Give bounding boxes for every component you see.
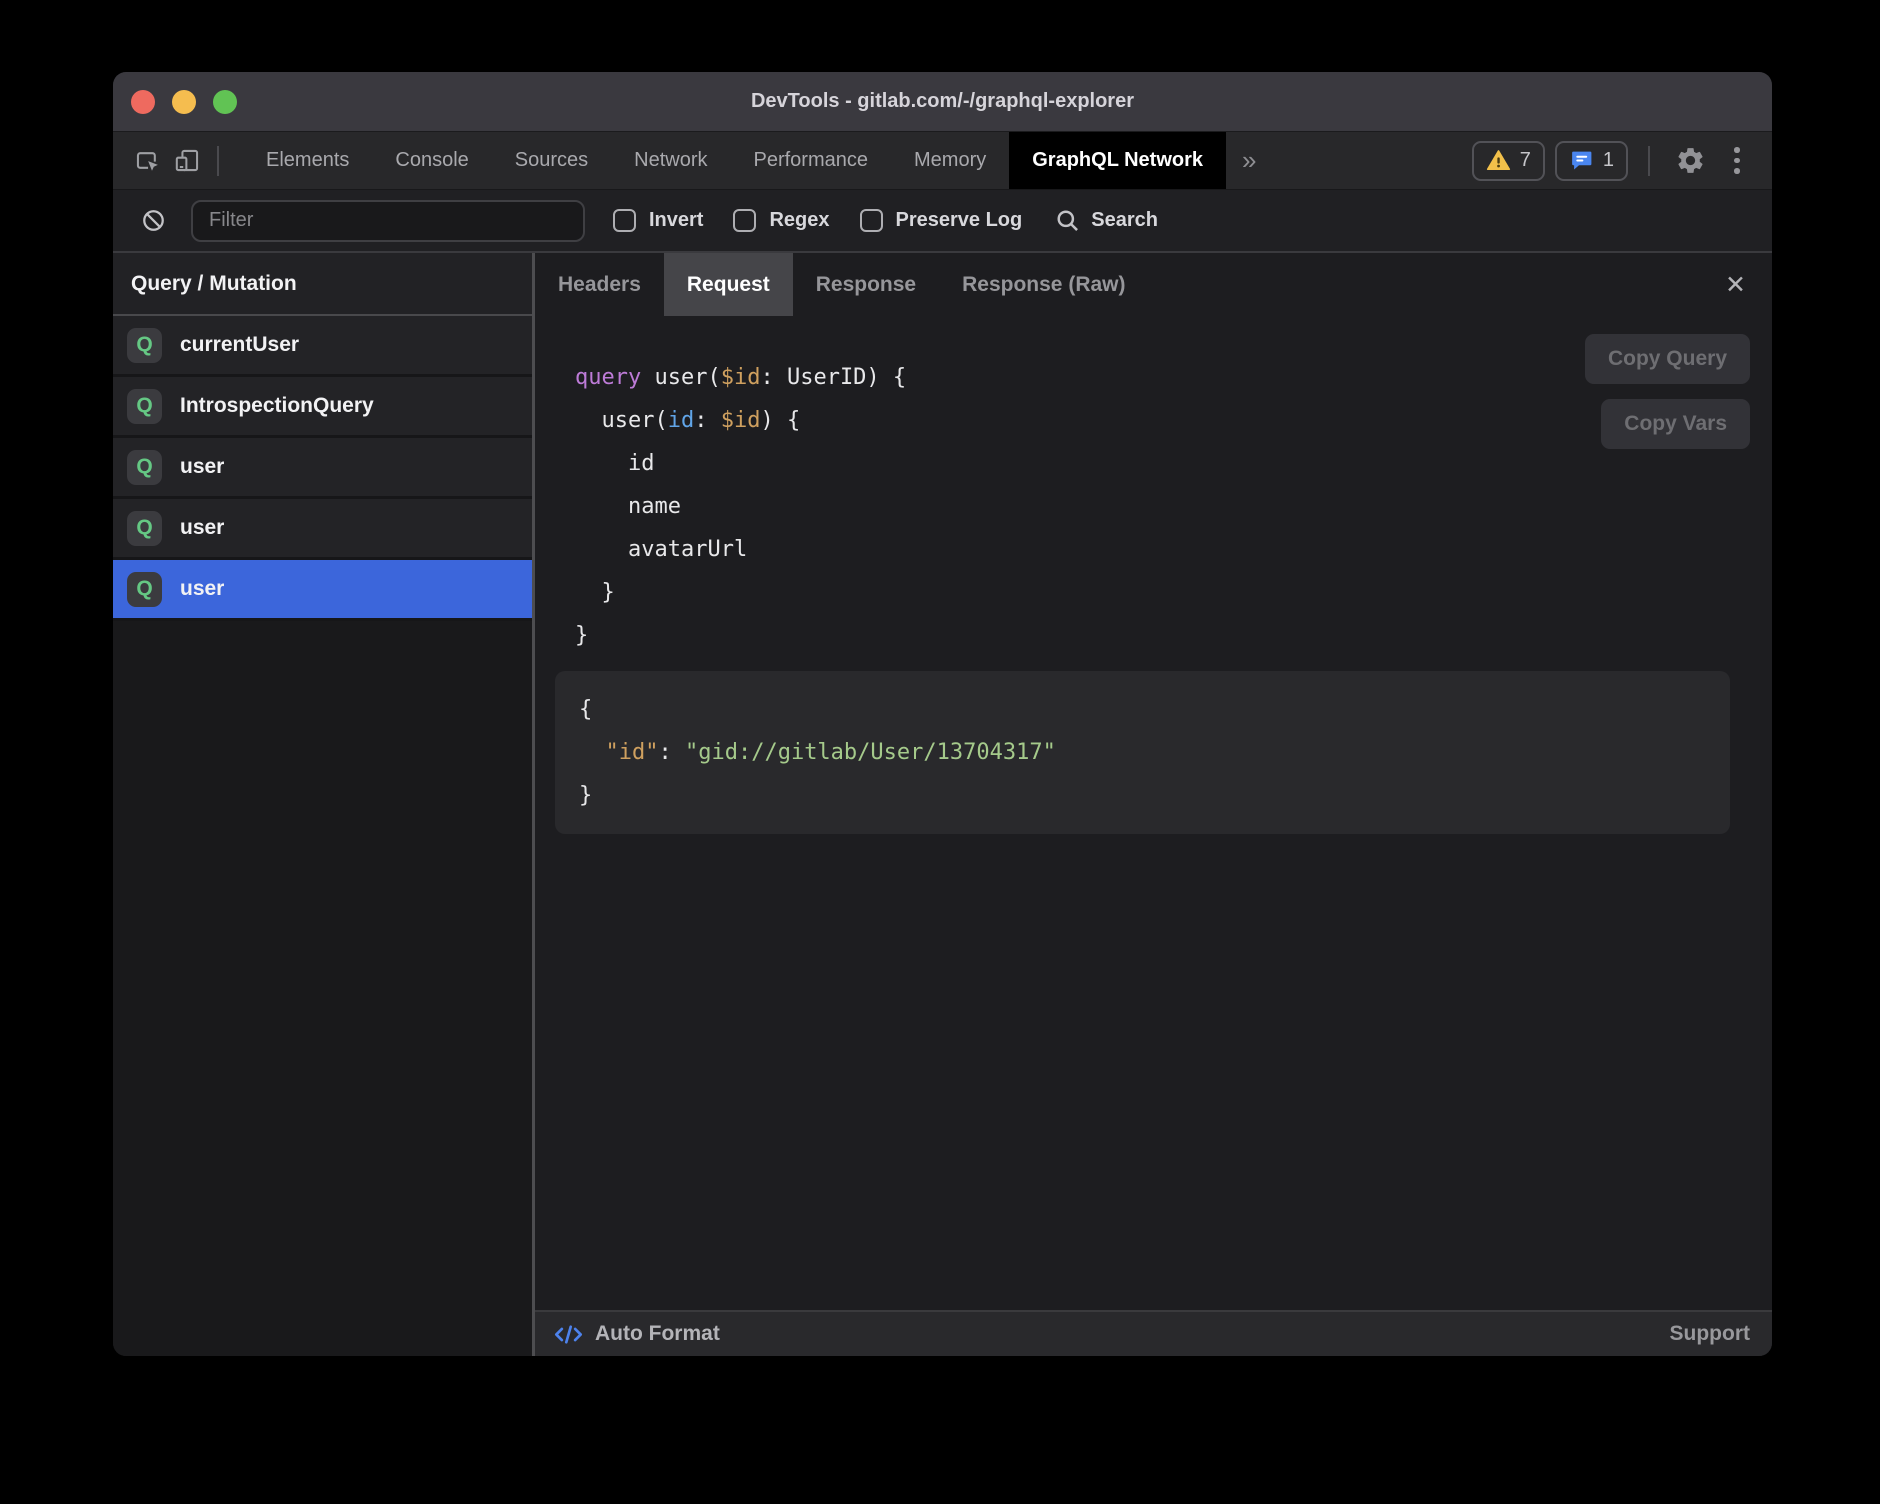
tab-elements[interactable]: Elements (243, 132, 372, 189)
query-type-badge: Q (127, 328, 162, 363)
warnings-count: 7 (1520, 149, 1531, 172)
main-content: Query / Mutation QcurrentUserQIntrospect… (113, 253, 1772, 1356)
clear-block-icon[interactable] (133, 201, 173, 241)
tab-sources[interactable]: Sources (492, 132, 611, 189)
inspect-element-icon[interactable] (127, 141, 167, 181)
invert-checkbox-box (613, 209, 636, 232)
devtools-toolbar: ElementsConsoleSourcesNetworkPerformance… (113, 132, 1772, 189)
filter-checkbox-groups: Invert Regex Preserve Log (613, 209, 1022, 232)
query-list-item-label: user (180, 455, 224, 479)
request-variables-box: { "id": "gid://gitlab/User/13704317"} (555, 671, 1730, 834)
more-options-kebab-icon[interactable] (1720, 147, 1754, 174)
search-toggle[interactable]: Search (1054, 207, 1158, 234)
preserve-log-checkbox-label: Preserve Log (896, 209, 1023, 232)
query-list-sidebar: Query / Mutation QcurrentUserQIntrospect… (113, 253, 535, 1356)
query-list-item-label: currentUser (180, 333, 299, 357)
auto-format-label: Auto Format (595, 1322, 720, 1346)
titlebar: DevTools - gitlab.com/-/graphql-explorer (113, 72, 1772, 132)
search-label: Search (1091, 209, 1158, 232)
tab-console[interactable]: Console (372, 132, 491, 189)
copy-query-button[interactable]: Copy Query (1585, 334, 1750, 384)
more-tabs-button[interactable]: » (1226, 145, 1272, 176)
query-type-badge: Q (127, 389, 162, 424)
support-link[interactable]: Support (1670, 1322, 1750, 1346)
query-list-item-label: IntrospectionQuery (180, 394, 374, 418)
regex-checkbox[interactable]: Regex (733, 209, 829, 232)
preserve-log-checkbox-box (860, 209, 883, 232)
pane-tab-headers[interactable]: Headers (535, 253, 664, 316)
tab-graphql-network[interactable]: GraphQL Network (1009, 132, 1226, 189)
pane-bottom-bar: Auto Format Support (535, 1310, 1772, 1356)
tab-performance[interactable]: Performance (731, 132, 892, 189)
query-list-item-introspectionquery[interactable]: Q IntrospectionQuery (113, 377, 532, 438)
query-list-item-user[interactable]: Quser (113, 438, 532, 499)
regex-checkbox-box (733, 209, 756, 232)
filter-toolbar: Invert Regex Preserve Log Search (113, 189, 1772, 253)
toolbar-right-cluster: 7 1 (1472, 141, 1772, 181)
query-list-item-currentuser[interactable]: QcurrentUser (113, 316, 532, 377)
devtools-tabbar-tabs: ElementsConsoleSourcesNetworkPerformance… (243, 132, 1226, 189)
toolbar-right-divider (1648, 146, 1650, 176)
query-list-header: Query / Mutation (113, 253, 532, 316)
device-toolbar-icon[interactable] (167, 141, 207, 181)
window-title: DevTools - gitlab.com/-/graphql-explorer (113, 90, 1772, 113)
search-icon (1054, 207, 1081, 234)
detail-pane: HeadersRequestResponseResponse (Raw) ✕ q… (535, 253, 1772, 1356)
regex-checkbox-label: Regex (769, 209, 829, 232)
devtools-window: DevTools - gitlab.com/-/graphql-explorer… (113, 72, 1772, 1356)
invert-checkbox[interactable]: Invert (613, 209, 703, 232)
query-list-item-label: user (180, 516, 224, 540)
preserve-log-checkbox[interactable]: Preserve Log (860, 209, 1023, 232)
warnings-badge[interactable]: 7 (1472, 141, 1545, 181)
invert-checkbox-label: Invert (649, 209, 703, 232)
copy-buttons: Copy Query Copy Vars (1585, 334, 1750, 449)
query-type-badge: Q (127, 450, 162, 485)
query-list: QcurrentUserQIntrospectionQueryQuserQuse… (113, 316, 532, 621)
auto-format-button[interactable]: Auto Format (553, 1321, 720, 1348)
settings-gear-icon[interactable] (1670, 141, 1710, 181)
tab-memory[interactable]: Memory (891, 132, 1009, 189)
request-query-code: query user($id: UserID) { user(id: $id) … (575, 356, 1750, 657)
pane-tab-response-raw[interactable]: Response (Raw) (939, 253, 1148, 316)
copy-vars-button[interactable]: Copy Vars (1601, 399, 1750, 449)
tab-network[interactable]: Network (611, 132, 730, 189)
code-brackets-icon (553, 1321, 584, 1348)
query-list-item-user-selected[interactable]: Quser (113, 560, 532, 621)
detail-pane-tabbar: HeadersRequestResponseResponse (Raw) ✕ (535, 253, 1772, 316)
query-type-badge: Q (127, 572, 162, 607)
toolbar-divider (217, 146, 219, 176)
close-pane-icon[interactable]: ✕ (1699, 253, 1772, 316)
request-tab-content: query user($id: UserID) { user(id: $id) … (535, 316, 1772, 1310)
query-type-badge: Q (127, 511, 162, 546)
chat-bubble-icon (1569, 148, 1594, 173)
query-list-item-label: user (180, 577, 224, 601)
pane-tab-request[interactable]: Request (664, 253, 793, 316)
request-variables-code: { "id": "gid://gitlab/User/13704317"} (579, 688, 1706, 817)
query-list-item-user[interactable]: Quser (113, 499, 532, 560)
issues-count: 1 (1603, 149, 1614, 172)
pane-tab-response[interactable]: Response (793, 253, 939, 316)
filter-input[interactable] (191, 200, 585, 242)
warning-icon (1486, 148, 1511, 173)
issues-badge[interactable]: 1 (1555, 141, 1628, 181)
